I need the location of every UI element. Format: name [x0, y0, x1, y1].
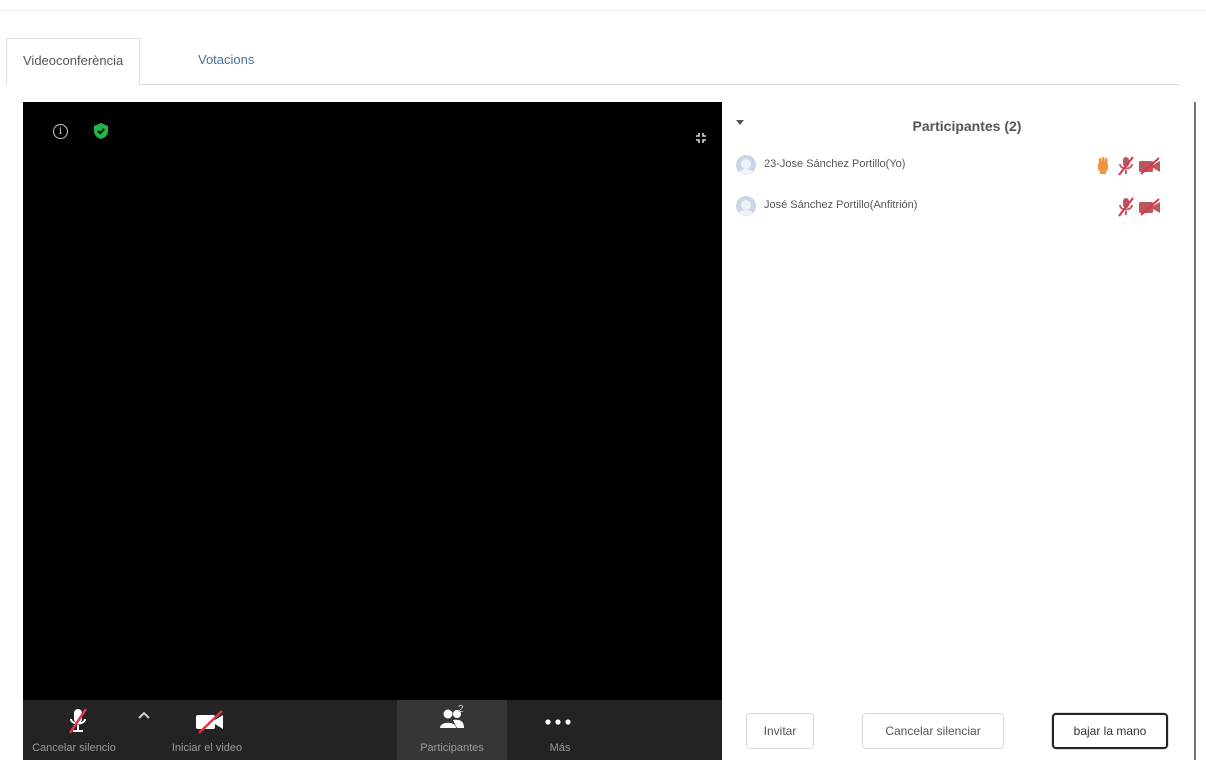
more-dots-icon	[545, 719, 571, 725]
mic-muted-icon	[68, 708, 88, 734]
camera-off-icon	[1139, 157, 1160, 175]
participant-row[interactable]: José Sánchez Portillo(Anfitrión)	[736, 195, 1176, 219]
invite-button[interactable]: Invitar	[746, 713, 814, 749]
unmute-all-button[interactable]: Cancelar silenciar	[862, 713, 1004, 749]
start-video-label: Iniciar el video	[171, 742, 243, 754]
start-video-button[interactable]: Iniciar el video	[161, 700, 253, 760]
avatar	[736, 196, 756, 216]
raised-hand-icon	[1098, 157, 1108, 174]
participant-name: 23-Jose Sánchez Portillo(Yo)	[764, 158, 906, 170]
top-divider	[0, 10, 1206, 11]
mic-muted-icon	[1118, 156, 1134, 176]
panel-title: Participantes (2)	[912, 118, 1022, 134]
meeting-toolbar: Cancelar silencio Iniciar el video 2 Par…	[23, 700, 722, 760]
participants-count-badge: 2	[458, 704, 464, 715]
info-icon[interactable]: i	[53, 124, 68, 139]
avatar	[736, 155, 756, 175]
video-area: i Cancelar silencio Iniciar el video 2 P…	[23, 102, 722, 760]
fullscreen-icon[interactable]	[695, 132, 707, 144]
participants-button[interactable]: 2 Participantes	[397, 700, 507, 760]
more-button[interactable]: Más	[525, 700, 595, 760]
camera-off-icon	[1139, 198, 1160, 216]
lower-hand-button[interactable]: bajar la mano	[1052, 713, 1168, 749]
tab-votacions[interactable]: Votacions	[182, 38, 270, 83]
unmute-label: Cancelar silencio	[32, 742, 116, 754]
more-label: Más	[549, 742, 571, 754]
unmute-button[interactable]: Cancelar silencio	[23, 700, 133, 760]
mic-muted-icon	[1118, 197, 1134, 217]
participant-name: José Sánchez Portillo(Anfitrión)	[764, 199, 918, 211]
participant-row[interactable]: 23-Jose Sánchez Portillo(Yo)	[736, 154, 1176, 178]
participants-panel: Participantes (2) 23-Jose Sánchez Portil…	[722, 102, 1196, 760]
tab-videoconferencia[interactable]: Videoconferència	[6, 38, 141, 86]
participants-label: Participantes	[420, 742, 484, 754]
chevron-up-icon	[138, 711, 150, 719]
camera-off-icon	[196, 710, 223, 734]
shield-icon[interactable]	[93, 122, 109, 140]
audio-options-button[interactable]	[131, 700, 157, 760]
tab-bar: Videoconferència Votacions	[6, 38, 1180, 86]
